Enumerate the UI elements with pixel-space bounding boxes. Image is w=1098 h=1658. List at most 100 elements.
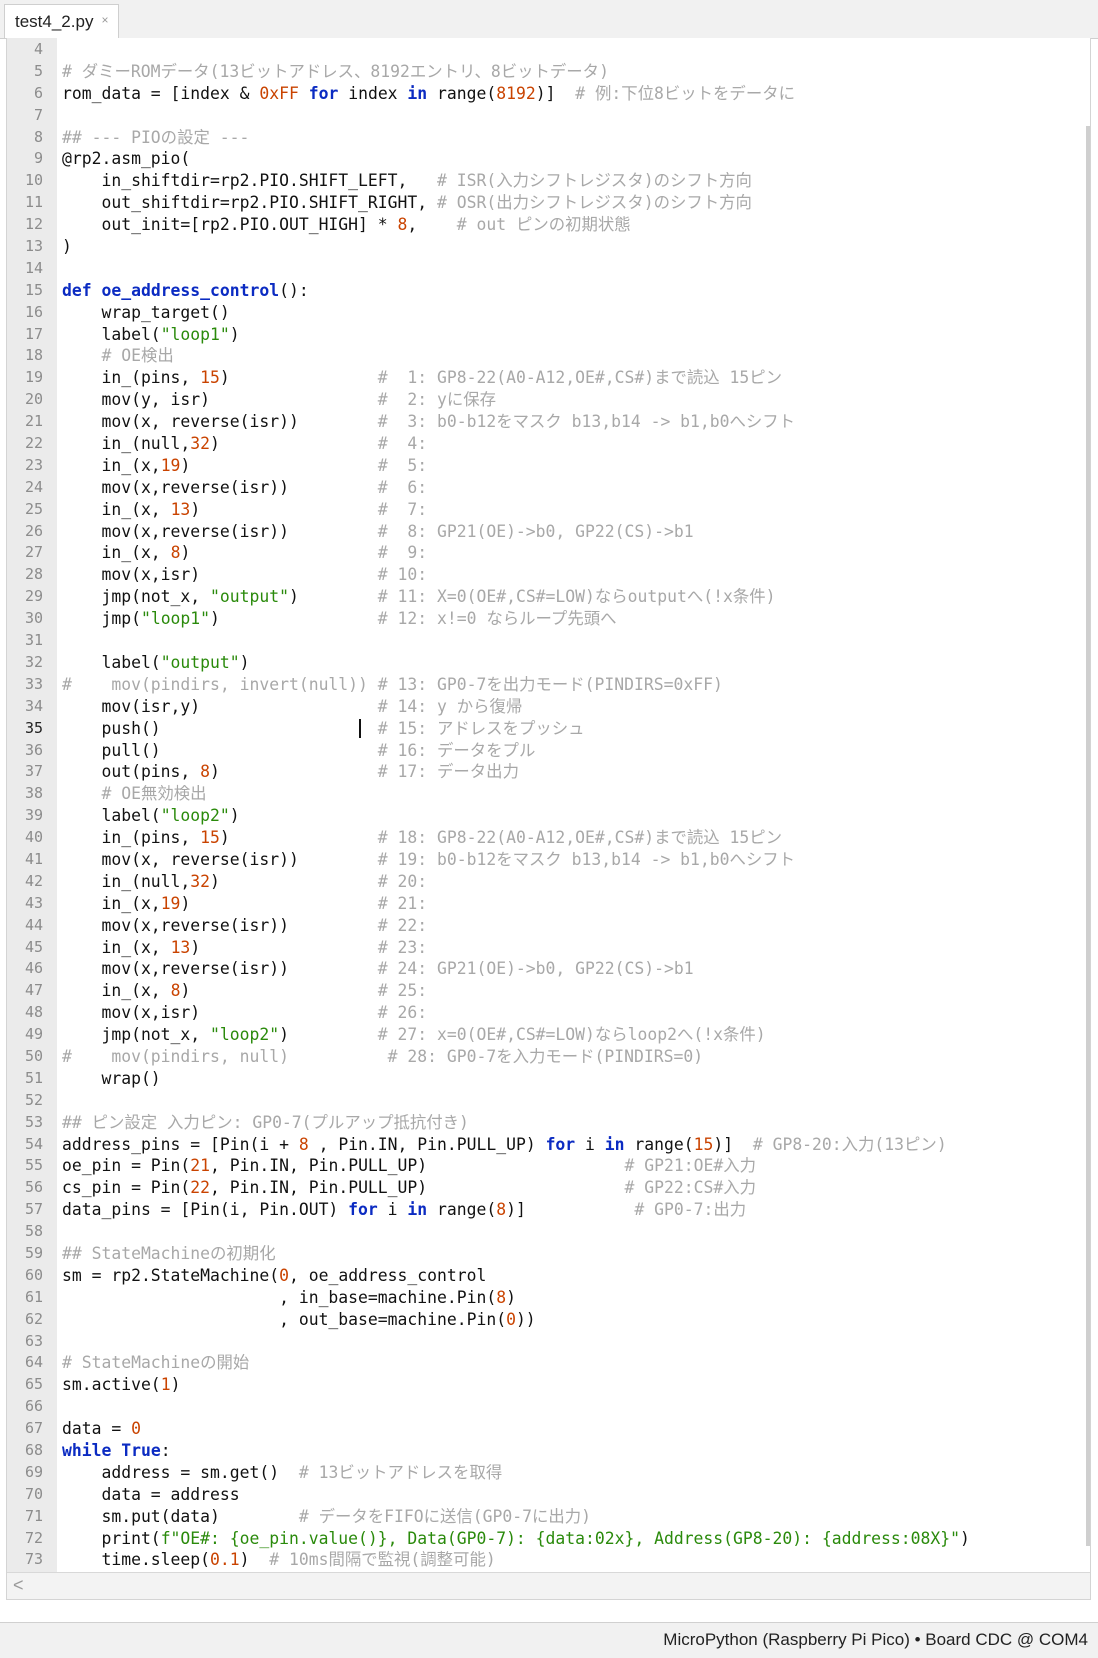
line-code[interactable]: mov(x,isr) # 10: <box>62 564 427 586</box>
code-line[interactable]: 31 <box>7 630 1085 652</box>
line-code[interactable]: data = 0 <box>62 1418 141 1440</box>
code-line[interactable]: 44 mov(x,reverse(isr)) # 22: <box>7 915 1085 937</box>
close-icon[interactable]: × <box>101 13 108 27</box>
line-code[interactable]: , in_base=machine.Pin(8) <box>62 1287 516 1309</box>
code-line[interactable]: 67 data = 0 <box>7 1418 1085 1440</box>
vertical-scrollbar[interactable] <box>1086 126 1090 1546</box>
code-line[interactable]: 43 in_(x,19) # 21: <box>7 893 1085 915</box>
code-editor[interactable]: 4 5 # ダミーROMデータ(13ビットアドレス、8192エントリ、8ビットデータ… <box>6 38 1091 1600</box>
line-code[interactable]: address = sm.get() # 13ビットアドレスを取得 <box>62 1462 502 1484</box>
code-line[interactable]: 64 # StateMachineの開始 <box>7 1352 1085 1374</box>
code-line[interactable]: 33 # mov(pindirs, invert(null)) # 13: GP0… <box>7 674 1085 696</box>
line-code[interactable]: data = address <box>62 1484 239 1506</box>
line-code[interactable]: jmp("loop1") # 12: x!=0 ならループ先頭へ <box>62 608 616 630</box>
line-code[interactable]: in_(x, 13) # 23: <box>62 937 427 959</box>
line-code[interactable]: sm.put(data) # データをFIFOに送信(GP0-7に出力) <box>62 1506 591 1528</box>
code-line[interactable]: 35 push() # 15: アドレスをプッシュ <box>7 718 1085 740</box>
line-code[interactable]: # mov(pindirs, null) # 28: GP0-7を入力モード(P… <box>62 1046 703 1068</box>
line-code[interactable]: time.sleep(0.1) # 10ms間隔で監視(調整可能) <box>62 1549 495 1571</box>
code-line[interactable]: 13) <box>7 236 1085 258</box>
line-code[interactable]: mov(x,isr) # 26: <box>62 1002 427 1024</box>
line-code[interactable]: cs_pin = Pin(22, Pin.IN, Pin.PULL_UP) # … <box>62 1177 756 1199</box>
line-code[interactable]: sm.active(1) <box>62 1374 180 1396</box>
code-line[interactable]: 73 time.sleep(0.1) # 10ms間隔で監視(調整可能) <box>7 1549 1085 1571</box>
horizontal-scrollbar[interactable]: < <box>7 1572 1090 1599</box>
code-line[interactable]: 40 in_(pins, 15) # 18: GP8-22(A0-A12,OE#… <box>7 827 1085 849</box>
line-code[interactable]: in_(x, 13) # 7: <box>62 499 427 521</box>
code-line[interactable]: 20 mov(y, isr) # 2: yに保存 <box>7 389 1085 411</box>
line-code[interactable]: wrap() <box>62 1068 160 1090</box>
line-code[interactable]: in_(pins, 15) # 18: GP8-22(A0-A12,OE#,CS… <box>62 827 782 849</box>
code-line[interactable]: 59 ## StateMachineの初期化 <box>7 1243 1085 1265</box>
code-line[interactable]: 30 jmp("loop1") # 12: x!=0 ならループ先頭へ <box>7 608 1085 630</box>
code-line[interactable]: 21 mov(x, reverse(isr)) # 3: b0-b12をマスク … <box>7 411 1085 433</box>
code-line[interactable]: 34 mov(isr,y) # 14: y から復帰 <box>7 696 1085 718</box>
code-line[interactable]: 8 ## --- PIOの設定 --- <box>7 127 1085 149</box>
code-line[interactable]: 69 address = sm.get() # 13ビットアドレスを取得 <box>7 1462 1085 1484</box>
code-line[interactable]: 11 out_shiftdir=rp2.PIO.SHIFT_RIGHT, # O… <box>7 192 1085 214</box>
code-line[interactable]: 23 in_(x,19) # 5: <box>7 455 1085 477</box>
code-line[interactable]: 66 <box>7 1396 1085 1418</box>
line-code[interactable]: mov(x, reverse(isr)) # 19: b0-b12をマスク b1… <box>62 849 795 871</box>
line-code[interactable]: in_(x, 8) # 9: <box>62 542 427 564</box>
code-line[interactable]: 50 # mov(pindirs, null) # 28: GP0-7を入力モード… <box>7 1046 1085 1068</box>
code-line[interactable]: 15 def oe_address_control(): <box>7 280 1085 302</box>
code-line[interactable]: 72 print(f"OE#: {oe_pin.value()}, Data(G… <box>7 1528 1085 1550</box>
code-line[interactable]: 37 out(pins, 8) # 17: データ出力 <box>7 761 1085 783</box>
scroll-left-icon[interactable]: < <box>13 1575 24 1596</box>
code-line[interactable]: 9 @rp2.asm_pio( <box>7 148 1085 170</box>
line-code[interactable]: label("loop1") <box>62 324 239 346</box>
code-line[interactable]: 29 jmp(not_x, "output") # 11: X=0(OE#,CS… <box>7 586 1085 608</box>
line-code[interactable]: out_shiftdir=rp2.PIO.SHIFT_RIGHT, # OSR(… <box>62 192 751 214</box>
line-code[interactable]: mov(x, reverse(isr)) # 3: b0-b12をマスク b13… <box>62 411 795 433</box>
code-line[interactable]: 17 label("loop1") <box>7 324 1085 346</box>
line-code[interactable]: mov(x,reverse(isr)) # 24: GP21(OE)->b0, … <box>62 958 693 980</box>
line-code[interactable]: label("loop2") <box>62 805 239 827</box>
line-code[interactable]: ) <box>62 236 72 258</box>
line-code[interactable]: jmp(not_x, "output") # 11: X=0(OE#,CS#=L… <box>62 586 775 608</box>
line-code[interactable]: @rp2.asm_pio( <box>62 148 190 170</box>
line-code[interactable]: pull() # 16: データをプル <box>62 740 535 762</box>
interpreter-status[interactable]: MicroPython (Raspberry Pi Pico) • Board … <box>663 1630 1088 1650</box>
code-line[interactable]: 24 mov(x,reverse(isr)) # 6: <box>7 477 1085 499</box>
line-code[interactable]: in_(x,19) # 5: <box>62 455 427 477</box>
code-line[interactable]: 52 <box>7 1090 1085 1112</box>
line-code[interactable]: in_(null,32) # 20: <box>62 871 427 893</box>
code-line[interactable]: 26 mov(x,reverse(isr)) # 8: GP21(OE)->b0… <box>7 521 1085 543</box>
code-line[interactable]: 4 <box>7 39 1085 61</box>
code-line[interactable]: 27 in_(x, 8) # 9: <box>7 542 1085 564</box>
line-code[interactable]: data_pins = [Pin(i, Pin.OUT) for i in ra… <box>62 1199 746 1221</box>
code-line[interactable]: 55 oe_pin = Pin(21, Pin.IN, Pin.PULL_UP) … <box>7 1155 1085 1177</box>
code-line[interactable]: 45 in_(x, 13) # 23: <box>7 937 1085 959</box>
line-code[interactable]: label("output") <box>62 652 249 674</box>
code-line[interactable]: 18 # OE検出 <box>7 345 1085 367</box>
code-line[interactable]: 12 out_init=[rp2.PIO.OUT_HIGH] * 8, # ou… <box>7 214 1085 236</box>
code-line[interactable]: 51 wrap() <box>7 1068 1085 1090</box>
code-line[interactable]: 57 data_pins = [Pin(i, Pin.OUT) for i in … <box>7 1199 1085 1221</box>
line-code[interactable]: sm = rp2.StateMachine(0, oe_address_cont… <box>62 1265 486 1287</box>
code-line[interactable]: 46 mov(x,reverse(isr)) # 24: GP21(OE)->b… <box>7 958 1085 980</box>
line-code[interactable]: jmp(not_x, "loop2") # 27: x=0(OE#,CS#=LO… <box>62 1024 765 1046</box>
line-code[interactable]: wrap_target() <box>62 302 229 324</box>
line-code[interactable]: # StateMachineの開始 <box>62 1352 249 1374</box>
line-code[interactable]: address_pins = [Pin(i + 8 , Pin.IN, Pin.… <box>62 1134 947 1156</box>
line-code[interactable]: mov(y, isr) # 2: yに保存 <box>62 389 496 411</box>
code-line[interactable]: 22 in_(null,32) # 4: <box>7 433 1085 455</box>
code-line[interactable]: 47 in_(x, 8) # 25: <box>7 980 1085 1002</box>
code-line[interactable]: 63 <box>7 1331 1085 1353</box>
code-line[interactable]: 53 ## ピン設定 入力ピン: GP0-7(プルアップ抵抗付き) <box>7 1112 1085 1134</box>
code-line[interactable]: 10 in_shiftdir=rp2.PIO.SHIFT_LEFT, # ISR… <box>7 170 1085 192</box>
code-line[interactable]: 19 in_(pins, 15) # 1: GP8-22(A0-A12,OE#,… <box>7 367 1085 389</box>
line-code[interactable]: print(f"OE#: {oe_pin.value()}, Data(GP0-… <box>62 1528 969 1550</box>
line-code[interactable]: in_(pins, 15) # 1: GP8-22(A0-A12,OE#,CS#… <box>62 367 782 389</box>
line-code[interactable]: mov(isr,y) # 14: y から復帰 <box>62 696 522 718</box>
line-code[interactable]: rom_data = [index & 0xFF for index in ra… <box>62 83 795 105</box>
line-code[interactable]: # ダミーROMデータ(13ビットアドレス、8192エントリ、8ビットデータ) <box>62 61 609 83</box>
line-code[interactable]: # OE無効検出 <box>62 783 206 805</box>
code-line[interactable]: 14 <box>7 258 1085 280</box>
line-code[interactable]: mov(x,reverse(isr)) # 6: <box>62 477 427 499</box>
code-line[interactable]: 7 <box>7 105 1085 127</box>
code-line[interactable]: 42 in_(null,32) # 20: <box>7 871 1085 893</box>
line-code[interactable]: in_(null,32) # 4: <box>62 433 427 455</box>
code-line[interactable]: 36 pull() # 16: データをプル <box>7 740 1085 762</box>
